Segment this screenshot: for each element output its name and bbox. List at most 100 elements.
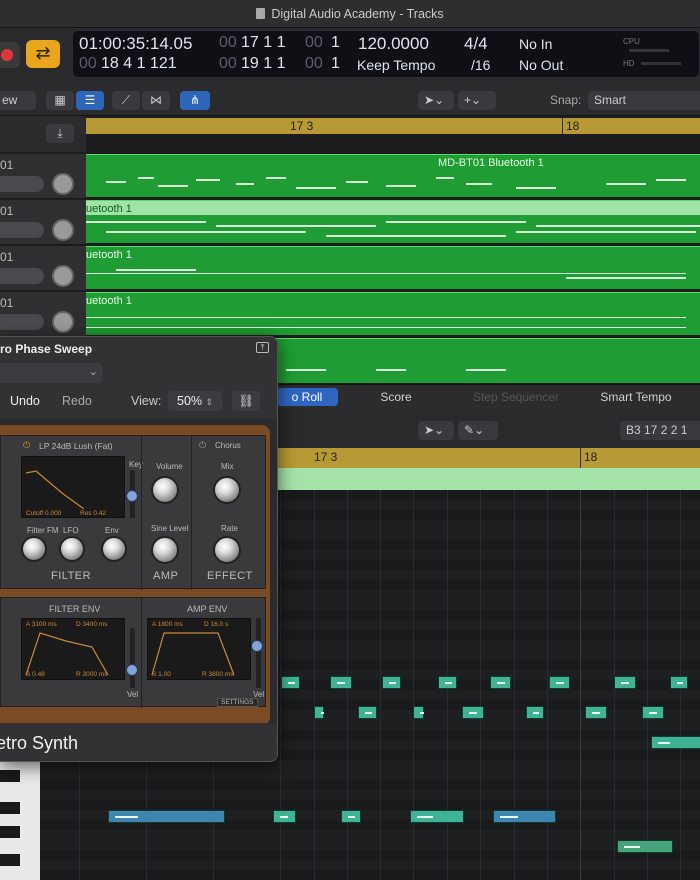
lfo-knob[interactable]: [59, 536, 85, 562]
secondary-tool-menu[interactable]: +⌄: [458, 91, 496, 110]
volume-slider[interactable]: [0, 176, 44, 192]
vel-label: Vel: [127, 690, 139, 699]
pan-knob[interactable]: [52, 173, 74, 195]
pencil-tool-menu[interactable]: ✎⌄: [458, 421, 498, 440]
cycle-button[interactable]: ⇄: [26, 40, 60, 68]
midi-region[interactable]: uetooth 1: [86, 200, 700, 243]
midi-note[interactable]: [438, 676, 457, 689]
volume-slider[interactable]: [0, 222, 44, 238]
region-title: MD-BT01 Bluetooth 1: [438, 157, 544, 169]
pan-knob[interactable]: [52, 311, 74, 333]
grid-view-button[interactable]: ▦: [46, 91, 74, 110]
settings-button[interactable]: SETTINGS: [217, 698, 258, 707]
tab-score[interactable]: Score: [362, 388, 430, 406]
track-header[interactable]: 01: [0, 200, 86, 245]
pan-knob[interactable]: [52, 265, 74, 287]
view-menu[interactable]: ew ⌄: [0, 91, 36, 126]
tracks-ruler[interactable]: ⤓ 17 3 18: [0, 116, 700, 152]
midi-note[interactable]: [493, 810, 556, 823]
list-view-button[interactable]: ☰: [76, 91, 104, 110]
midi-note[interactable]: [670, 676, 688, 689]
pointer-tool-menu[interactable]: ➤⌄: [418, 91, 454, 110]
crosshair-icon: +: [464, 93, 472, 107]
volume-slider[interactable]: [0, 268, 44, 284]
midi-note[interactable]: [330, 676, 352, 689]
filter-env-label: FILTER ENV: [49, 604, 101, 614]
pointer-tool-menu[interactable]: ➤⌄: [418, 421, 454, 440]
stepper-icon: ⇕: [205, 397, 214, 407]
chorus-selector[interactable]: Chorus: [215, 441, 241, 450]
midi-region[interactable]: MD-BT01 Bluetooth 1: [86, 154, 700, 197]
midi-note[interactable]: [549, 676, 570, 689]
pan-knob[interactable]: [52, 219, 74, 241]
track-header[interactable]: 01: [0, 292, 86, 337]
flex-button[interactable]: ⟋: [112, 91, 140, 110]
volume-slider[interactable]: [0, 314, 44, 330]
lcd-display[interactable]: 01:00:35:14.05 00 17 1 1 00 1 00 18 4 1 …: [72, 30, 700, 78]
midi-note[interactable]: [642, 706, 664, 719]
position-display[interactable]: B3 17 2 2 1: [620, 421, 700, 440]
rate-knob[interactable]: [213, 536, 241, 564]
midi-note[interactable]: [490, 676, 511, 689]
power-icon[interactable]: ⏻: [199, 440, 206, 451]
filter-type[interactable]: LP 24dB Lush (Fat): [39, 441, 113, 451]
lcd-tempo: 120.0000: [358, 34, 429, 53]
piano-keyboard[interactable]: [0, 762, 40, 880]
midi-note[interactable]: [526, 706, 544, 719]
mix-knob[interactable]: [213, 476, 241, 504]
retro-synth-face: ⏻ LP 24dB Lush (Fat) Key Cutoff 0.000 Re…: [0, 425, 270, 725]
chevron-down-icon: ⌄: [471, 93, 482, 107]
sine-level-knob[interactable]: [151, 536, 179, 564]
power-icon[interactable]: ⏻: [23, 440, 30, 451]
view-zoom-dropdown[interactable]: 50% ⇕: [168, 391, 222, 411]
track-header[interactable]: 01: [0, 154, 86, 199]
midi-note[interactable]: [614, 676, 636, 689]
control-bar: ⇄ 01:00:35:14.05 00 17 1 1 00 1 00 18 4 …: [0, 28, 700, 84]
midi-note[interactable]: [358, 706, 377, 719]
midi-note[interactable]: [462, 706, 484, 719]
midi-region[interactable]: uetooth 1: [86, 292, 700, 335]
track-number: 01: [0, 250, 14, 264]
filter-section-label: FILTER: [51, 570, 92, 582]
midi-note[interactable]: [273, 810, 296, 823]
track-header[interactable]: 01: [0, 246, 86, 291]
ruler-bar-label: 17 3: [314, 450, 338, 464]
midi-note[interactable]: [410, 810, 464, 823]
view-label: View:: [131, 394, 162, 408]
editor-ruler[interactable]: 17 3 18: [276, 448, 700, 468]
midi-note[interactable]: [651, 736, 700, 749]
tab-step-sequencer[interactable]: Step Sequencer: [462, 388, 570, 406]
expand-icon[interactable]: ⤒: [256, 342, 269, 353]
midi-note[interactable]: [341, 810, 361, 823]
midi-note[interactable]: [585, 706, 607, 719]
redo-button[interactable]: Redo: [62, 391, 92, 411]
midi-note[interactable]: [108, 810, 225, 823]
midi-region[interactable]: uetooth 1: [86, 246, 700, 289]
undo-button[interactable]: Undo: [10, 391, 40, 411]
midi-note[interactable]: [314, 706, 325, 719]
midi-note[interactable]: [617, 840, 673, 853]
midi-note[interactable]: [382, 676, 401, 689]
catch-button[interactable]: ⋔: [180, 91, 210, 110]
amp-vel-knob[interactable]: [251, 640, 263, 652]
preset-dropdown[interactable]: ⌄: [0, 363, 102, 383]
filter-vel-slider[interactable]: [130, 628, 135, 688]
volume-knob[interactable]: [151, 476, 179, 504]
snap-dropdown[interactable]: Smart: [588, 91, 700, 110]
amp-section-label: AMP: [153, 570, 179, 582]
amp-vel-slider[interactable]: [256, 618, 261, 688]
chevron-down-icon: ⌄: [88, 366, 98, 378]
midi-note[interactable]: [413, 706, 424, 719]
editor-region-strip[interactable]: [276, 468, 700, 490]
tab-smart-tempo[interactable]: Smart Tempo: [588, 388, 684, 406]
tab-piano-roll[interactable]: o Roll: [276, 388, 338, 406]
record-button[interactable]: [0, 42, 20, 68]
env-knob[interactable]: [101, 536, 127, 562]
link-button[interactable]: ⛓: [232, 391, 260, 411]
filter-vel-knob[interactable]: [126, 664, 138, 676]
filter-fm-knob[interactable]: [21, 536, 47, 562]
ruler-strip[interactable]: 17 3 18: [86, 118, 700, 134]
midi-note[interactable]: [281, 676, 300, 689]
crossfade-button[interactable]: ⋈: [142, 91, 170, 110]
key-slider-knob[interactable]: [126, 490, 138, 502]
